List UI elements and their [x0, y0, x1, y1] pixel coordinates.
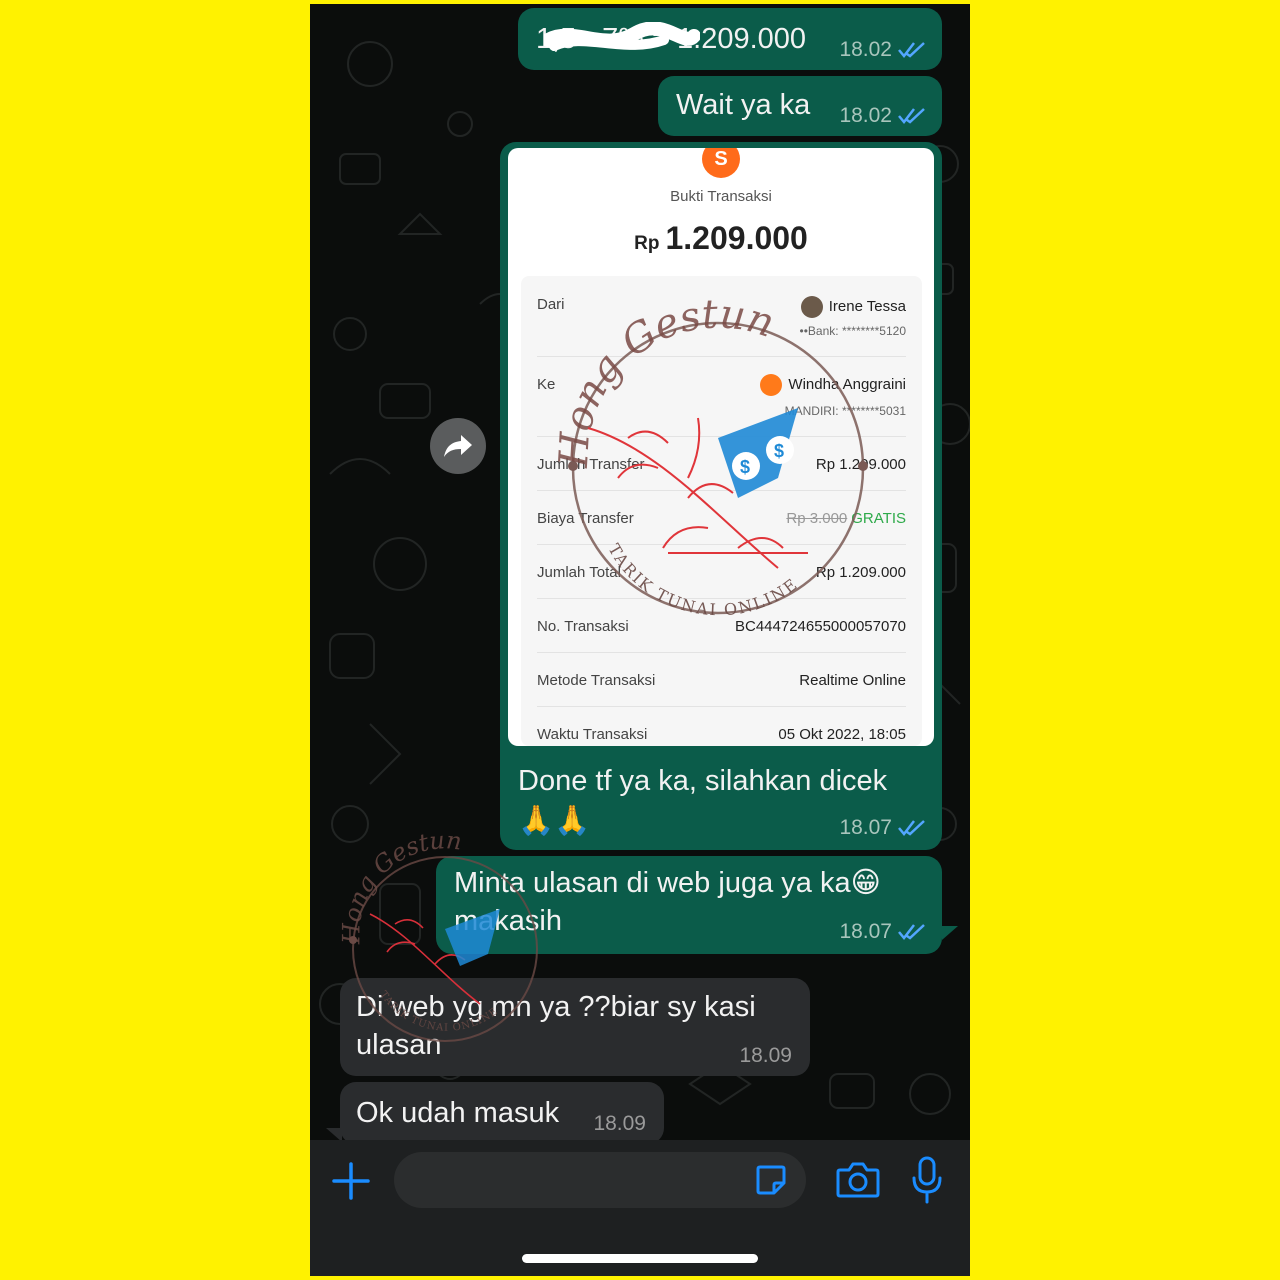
message-text: Ok udah masuk [356, 1097, 560, 1129]
brand-watermark-small: Hong Gestun TARIK TUNAI ONLINE [340, 834, 538, 1042]
currency-label: Rp [634, 233, 660, 254]
read-ticks-icon [898, 820, 925, 836]
row-value: Realtime Online [799, 672, 906, 689]
message-meta: 18.02 [839, 104, 926, 128]
message-bubble-incoming[interactable]: Ok udah masuk 18.09 [340, 1082, 664, 1144]
receipt-row-time: Waktu Transaksi 05 Okt 2022, 18:05 [537, 706, 906, 746]
attach-button[interactable] [330, 1160, 372, 1202]
svg-text:$: $ [774, 441, 784, 461]
image-message-bubble[interactable]: S Bukti Transaksi Rp 1.209.000 Dari Irene… [500, 142, 942, 850]
receipt-title: Bukti Transaksi [670, 188, 772, 205]
read-ticks-icon [898, 42, 925, 58]
message-meta: 18.02 [839, 38, 926, 62]
message-bubble-outgoing[interactable]: 1,5 - 7% = 1.209.000 18.02 [518, 8, 942, 70]
bubble-tail [942, 926, 958, 940]
brand-watermark: Hong Gestun TARIK TUNAI ONLINE $ $ [551, 298, 868, 619]
image-caption: Done tf ya ka, silahkan dicek [518, 765, 888, 797]
watermark-brand: Hong Gestun [340, 834, 463, 945]
phone-screen: 1,5 - 7% = 1.209.000 18.02 Wait ya ka 18… [310, 4, 970, 1276]
camera-icon [836, 1162, 880, 1198]
message-meta: 18.09 [739, 1044, 792, 1068]
plus-icon [332, 1162, 370, 1200]
forward-button[interactable] [430, 418, 486, 474]
home-indicator[interactable] [522, 1254, 758, 1263]
timestamp: 18.02 [839, 38, 892, 61]
timestamp: 18.07 [839, 816, 892, 839]
forward-arrow-icon [444, 435, 472, 457]
sticker-button[interactable] [754, 1163, 788, 1197]
transaction-receipt-image[interactable]: S Bukti Transaksi Rp 1.209.000 Dari Irene… [508, 148, 934, 746]
camera-button[interactable] [836, 1160, 880, 1200]
row-label: Waktu Transaksi [537, 726, 648, 743]
message-input[interactable] [394, 1152, 806, 1208]
message-meta: 18.07 [839, 920, 926, 944]
amount-value: 1.209.000 [665, 220, 808, 256]
bank-logo-icon: S [702, 148, 740, 178]
svg-text:Hong Gestun: Hong Gestun [340, 834, 463, 945]
read-ticks-icon [898, 924, 925, 940]
timestamp: 18.07 [839, 920, 892, 943]
svg-text:$: $ [740, 457, 750, 477]
redaction-scribble [544, 22, 700, 51]
receipt-row-method: Metode Transaksi Realtime Online [537, 652, 906, 707]
row-value: 05 Okt 2022, 18:05 [778, 726, 906, 743]
read-ticks-icon [898, 108, 925, 124]
message-bubble-outgoing[interactable]: Wait ya ka 18.02 [658, 76, 942, 136]
row-label: Metode Transaksi [537, 672, 656, 689]
timestamp: 18.09 [739, 1044, 792, 1067]
mic-button[interactable] [910, 1156, 944, 1204]
message-meta: 18.07 [839, 816, 926, 840]
receipt-amount: Rp 1.209.000 [508, 220, 934, 257]
message-text: Wait ya ka [676, 89, 811, 121]
microphone-icon [912, 1156, 942, 1204]
sticker-icon [756, 1165, 786, 1195]
timestamp: 18.02 [839, 104, 892, 127]
timestamp: 18.09 [593, 1112, 646, 1135]
message-meta: 18.09 [593, 1112, 646, 1136]
